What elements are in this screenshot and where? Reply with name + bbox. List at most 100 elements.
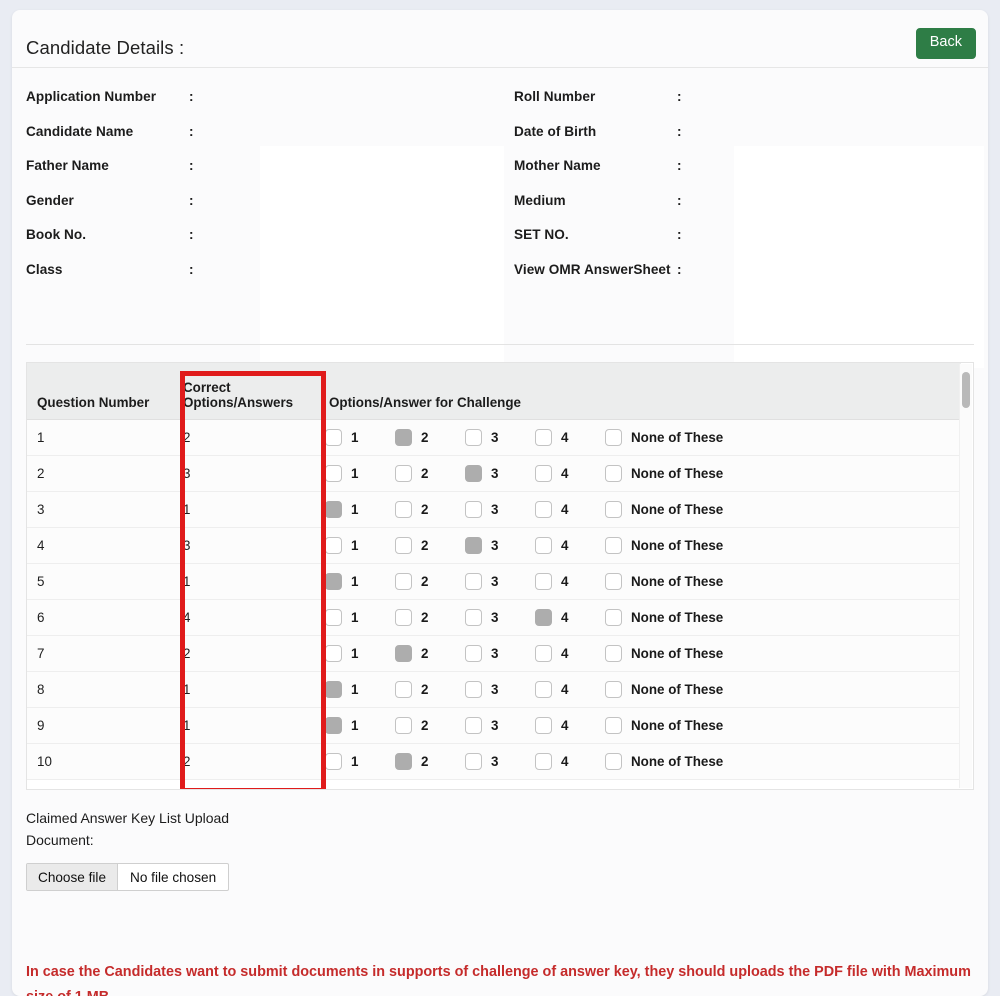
checkbox-option-4[interactable] <box>535 428 552 446</box>
file-input[interactable]: Choose file No file chosen <box>26 863 230 892</box>
option-choice-none-of-these[interactable]: None of These <box>605 680 723 698</box>
checkbox-option-1[interactable] <box>325 608 342 626</box>
checkbox-option-2-checked[interactable] <box>395 644 412 662</box>
checkbox-option-4[interactable] <box>535 500 552 518</box>
option-choice-4[interactable]: 4 <box>535 428 605 446</box>
option-choice-1[interactable]: 1 <box>325 608 395 626</box>
checkbox-option-4[interactable] <box>535 716 552 734</box>
checkbox-option-2[interactable] <box>395 680 412 698</box>
checkbox-option-3-checked[interactable] <box>465 464 482 482</box>
option-choice-none-of-these[interactable]: None of These <box>605 572 723 590</box>
checkbox-option-1-checked[interactable] <box>325 572 342 590</box>
checkbox-option-none-of-these[interactable] <box>605 428 622 446</box>
option-choice-none-of-these[interactable]: None of These <box>605 500 723 518</box>
option-choice-3[interactable]: 3 <box>465 536 535 554</box>
option-choice-2[interactable]: 2 <box>395 716 465 734</box>
checkbox-option-2[interactable] <box>395 464 412 482</box>
checkbox-option-1[interactable] <box>325 752 342 770</box>
option-choice-none-of-these[interactable]: None of These <box>605 752 723 770</box>
checkbox-option-1[interactable] <box>325 536 342 554</box>
checkbox-option-4[interactable] <box>535 644 552 662</box>
table-scrollbar-thumb[interactable] <box>962 372 970 408</box>
checkbox-option-3[interactable] <box>465 500 482 518</box>
option-choice-2[interactable]: 2 <box>395 572 465 590</box>
option-choice-1[interactable]: 1 <box>325 500 395 518</box>
option-choice-2[interactable]: 2 <box>395 536 465 554</box>
option-choice-4[interactable]: 4 <box>535 572 605 590</box>
option-choice-3[interactable]: 3 <box>465 680 535 698</box>
checkbox-option-1-checked[interactable] <box>325 680 342 698</box>
option-choice-none-of-these[interactable]: None of These <box>605 608 723 626</box>
option-choice-1[interactable]: 1 <box>325 572 395 590</box>
checkbox-option-1[interactable] <box>325 464 342 482</box>
option-choice-2[interactable]: 2 <box>395 464 465 482</box>
option-choice-4[interactable]: 4 <box>535 608 605 626</box>
option-choice-3[interactable]: 3 <box>465 464 535 482</box>
option-choice-4[interactable]: 4 <box>535 536 605 554</box>
checkbox-option-none-of-these[interactable] <box>605 752 622 770</box>
option-choice-2[interactable]: 2 <box>395 644 465 662</box>
checkbox-option-4[interactable] <box>535 572 552 590</box>
option-choice-4[interactable]: 4 <box>535 644 605 662</box>
checkbox-option-3[interactable] <box>465 680 482 698</box>
checkbox-option-2[interactable] <box>395 572 412 590</box>
checkbox-option-2[interactable] <box>395 500 412 518</box>
option-choice-2[interactable]: 2 <box>395 608 465 626</box>
checkbox-option-1[interactable] <box>325 644 342 662</box>
option-choice-2[interactable]: 2 <box>395 500 465 518</box>
option-choice-none-of-these[interactable]: None of These <box>605 716 723 734</box>
checkbox-option-4[interactable] <box>535 536 552 554</box>
option-choice-2[interactable]: 2 <box>395 752 465 770</box>
option-choice-3[interactable]: 3 <box>465 428 535 446</box>
table-scrollbar[interactable] <box>959 364 972 788</box>
checkbox-option-4[interactable] <box>535 464 552 482</box>
option-choice-2[interactable]: 2 <box>395 680 465 698</box>
back-button[interactable]: Back <box>915 28 976 59</box>
option-choice-4[interactable]: 4 <box>535 716 605 734</box>
checkbox-option-1[interactable] <box>325 428 342 446</box>
checkbox-option-none-of-these[interactable] <box>605 536 622 554</box>
option-choice-none-of-these[interactable]: None of These <box>605 536 723 554</box>
checkbox-option-2[interactable] <box>395 716 412 734</box>
option-choice-4[interactable]: 4 <box>535 752 605 770</box>
option-choice-3[interactable]: 3 <box>465 644 535 662</box>
checkbox-option-3[interactable] <box>465 644 482 662</box>
option-choice-3[interactable]: 3 <box>465 500 535 518</box>
option-choice-none-of-these[interactable]: None of These <box>605 644 723 662</box>
checkbox-option-2-checked[interactable] <box>395 428 412 446</box>
option-choice-3[interactable]: 3 <box>465 572 535 590</box>
option-choice-none-of-these[interactable]: None of These <box>605 428 723 446</box>
checkbox-option-4[interactable] <box>535 752 552 770</box>
checkbox-option-none-of-these[interactable] <box>605 644 622 662</box>
checkbox-option-2[interactable] <box>395 536 412 554</box>
checkbox-option-4[interactable] <box>535 680 552 698</box>
checkbox-option-2-checked[interactable] <box>395 752 412 770</box>
option-choice-3[interactable]: 3 <box>465 608 535 626</box>
option-choice-3[interactable]: 3 <box>465 752 535 770</box>
checkbox-option-1-checked[interactable] <box>325 716 342 734</box>
checkbox-option-none-of-these[interactable] <box>605 500 622 518</box>
option-choice-4[interactable]: 4 <box>535 464 605 482</box>
option-choice-4[interactable]: 4 <box>535 500 605 518</box>
checkbox-option-3[interactable] <box>465 716 482 734</box>
option-choice-1[interactable]: 1 <box>325 680 395 698</box>
checkbox-option-none-of-these[interactable] <box>605 716 622 734</box>
checkbox-option-none-of-these[interactable] <box>605 572 622 590</box>
checkbox-option-2[interactable] <box>395 608 412 626</box>
option-choice-4[interactable]: 4 <box>535 680 605 698</box>
option-choice-1[interactable]: 1 <box>325 464 395 482</box>
checkbox-option-1-checked[interactable] <box>325 500 342 518</box>
choose-file-button[interactable]: Choose file <box>27 864 119 891</box>
checkbox-option-3[interactable] <box>465 752 482 770</box>
option-choice-1[interactable]: 1 <box>325 716 395 734</box>
checkbox-option-3[interactable] <box>465 572 482 590</box>
checkbox-option-3[interactable] <box>465 428 482 446</box>
checkbox-option-none-of-these[interactable] <box>605 608 622 626</box>
checkbox-option-4-checked[interactable] <box>535 608 552 626</box>
checkbox-option-3[interactable] <box>465 608 482 626</box>
option-choice-none-of-these[interactable]: None of These <box>605 464 723 482</box>
option-choice-1[interactable]: 1 <box>325 536 395 554</box>
checkbox-option-none-of-these[interactable] <box>605 464 622 482</box>
option-choice-3[interactable]: 3 <box>465 716 535 734</box>
option-choice-2[interactable]: 2 <box>395 428 465 446</box>
